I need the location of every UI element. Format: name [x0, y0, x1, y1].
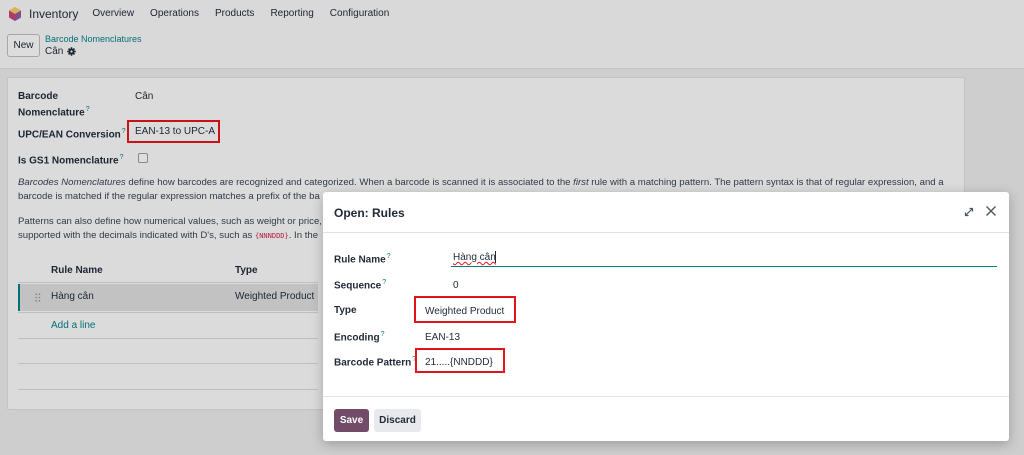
type-select[interactable]: Weighted Product — [425, 306, 504, 317]
barcode-pattern-label: Barcode Pattern? — [334, 356, 417, 369]
help-tooltip-icon[interactable]: ? — [382, 279, 386, 286]
encoding-label: Encoding? — [334, 331, 385, 344]
text-cursor — [495, 251, 496, 263]
sequence-input[interactable]: 0 — [453, 280, 459, 291]
expand-icon[interactable] — [964, 207, 974, 217]
help-tooltip-icon[interactable]: ? — [387, 253, 391, 260]
rules-dialog: Open: Rules Rule Name? Hàng cân Sequence… — [323, 192, 1009, 441]
dialog-title: Open: Rules — [334, 206, 405, 220]
rule-name-label: Rule Name? — [334, 253, 391, 266]
rule-name-input[interactable]: Hàng cân — [451, 250, 997, 267]
barcode-pattern-input[interactable]: 21.....{NNDDD} — [425, 357, 493, 368]
discard-button[interactable]: Discard — [374, 409, 421, 432]
encoding-select[interactable]: EAN-13 — [425, 332, 460, 343]
close-icon[interactable] — [985, 205, 997, 217]
type-label: Type — [334, 305, 357, 316]
rule-name-input-value: Hàng cân — [453, 252, 496, 263]
dialog-footer: Save Discard — [323, 396, 1009, 441]
help-tooltip-icon[interactable]: ? — [381, 331, 385, 338]
dialog-header: Open: Rules — [323, 192, 1009, 233]
save-button[interactable]: Save — [334, 409, 369, 432]
sequence-label: Sequence? — [334, 279, 387, 292]
